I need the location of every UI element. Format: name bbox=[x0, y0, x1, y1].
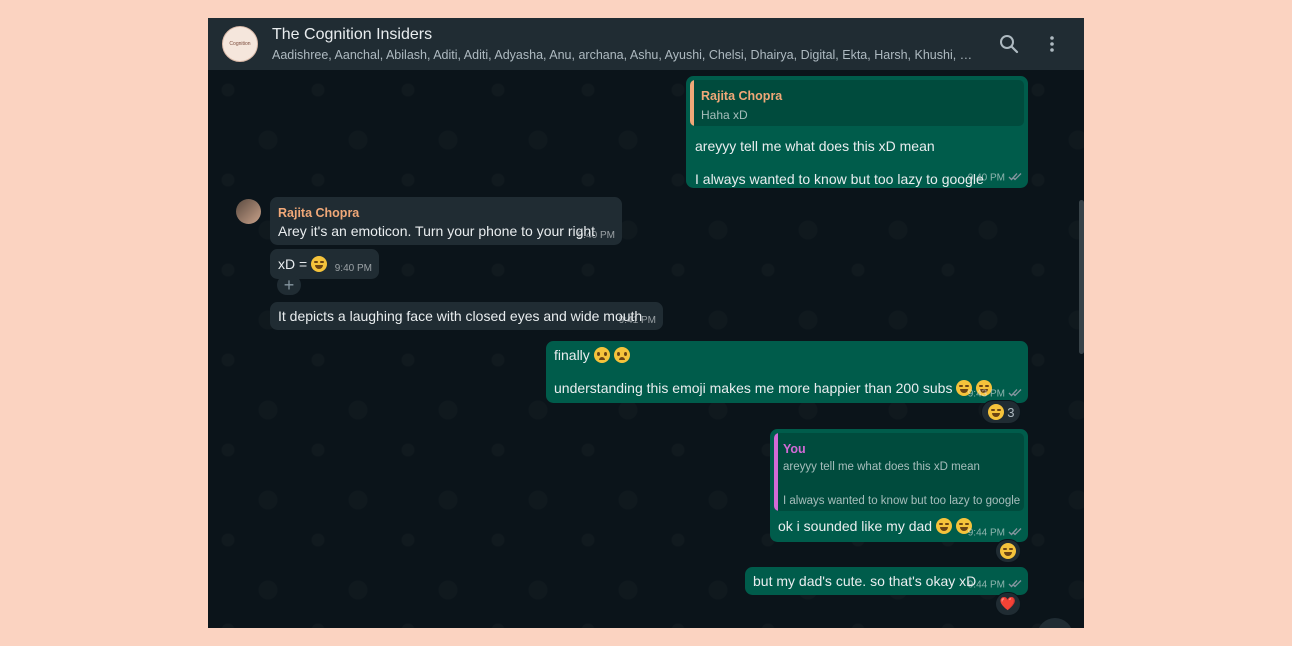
quote-bar bbox=[774, 433, 778, 511]
reaction-badge[interactable]: ❤️ bbox=[995, 592, 1021, 616]
message-time: 9:40 PM bbox=[968, 172, 1022, 184]
reaction-badge[interactable]: 3 bbox=[981, 400, 1021, 424]
message-text: understanding this emoji makes me more h… bbox=[554, 380, 993, 396]
message-outgoing[interactable]: but my dad's cute. so that's okay xD 9:4… bbox=[745, 567, 1028, 595]
read-ticks-icon bbox=[1008, 388, 1022, 400]
crying-laughing-face-icon bbox=[987, 404, 1004, 420]
message-text: areyyy tell me what does this xD mean bbox=[695, 138, 935, 154]
scroll-to-bottom-button[interactable] bbox=[1037, 618, 1073, 628]
group-avatar[interactable]: Cognition bbox=[222, 26, 258, 62]
reaction-badge[interactable] bbox=[995, 539, 1021, 563]
message-body: finally bbox=[554, 347, 590, 363]
scrollbar[interactable] bbox=[1079, 200, 1084, 354]
quote-text: Haha xD bbox=[701, 108, 748, 122]
quoted-message[interactable]: You areyyy tell me what does this xD mea… bbox=[774, 433, 1024, 511]
message-incoming[interactable]: Rajita Chopra Arey it's an emoticon. Tur… bbox=[270, 197, 622, 245]
message-text: xD = bbox=[278, 256, 328, 272]
pleading-face-icon bbox=[613, 347, 630, 363]
group-name: The Cognition Insiders bbox=[272, 26, 433, 43]
read-ticks-icon bbox=[1008, 527, 1022, 539]
crying-laughing-face-icon bbox=[935, 518, 952, 534]
more-vertical-icon[interactable] bbox=[1041, 33, 1063, 55]
quote-text: I always wanted to know but too lazy to … bbox=[783, 495, 1021, 507]
avatar[interactable] bbox=[236, 199, 261, 224]
chat-header[interactable]: Cognition The Cognition Insiders Aadishr… bbox=[208, 18, 1084, 70]
quote-sender: Rajita Chopra bbox=[701, 89, 783, 103]
message-time: 9:43 PM bbox=[968, 388, 1022, 400]
read-ticks-icon bbox=[1008, 579, 1022, 591]
message-body: ok i sounded like my dad bbox=[778, 518, 933, 534]
quoted-message[interactable]: Rajita Chopra Haha xD bbox=[690, 80, 1024, 126]
message-text: but my dad's cute. so that's okay xD bbox=[753, 573, 977, 589]
message-text: finally bbox=[554, 347, 630, 363]
message-time: 9:41 PM bbox=[618, 315, 656, 326]
time-text: 9:44 PM bbox=[967, 579, 1005, 591]
message-time: 9:44 PM bbox=[968, 527, 1022, 539]
reaction-count: 3 bbox=[1007, 404, 1015, 420]
message-text: Arey it's an emoticon. Turn your phone t… bbox=[278, 223, 596, 239]
message-time: 9:44 PM bbox=[968, 579, 1022, 591]
time-text: 9:44 PM bbox=[967, 527, 1005, 539]
group-members: Aadishree, Aanchal, Abilash, Aditi, Adit… bbox=[272, 48, 974, 62]
message-outgoing[interactable]: finally understanding this emoji makes m… bbox=[546, 341, 1028, 403]
quote-text: areyyy tell me what does this xD mean bbox=[783, 461, 980, 473]
pleading-face-icon bbox=[593, 347, 610, 363]
message-text: I always wanted to know but too lazy to … bbox=[695, 171, 984, 187]
sender-name[interactable]: Rajita Chopra bbox=[278, 206, 359, 220]
message-text: ok i sounded like my dad bbox=[778, 518, 972, 534]
chevron-down-icon bbox=[1048, 627, 1062, 628]
crying-laughing-face-icon bbox=[1000, 543, 1016, 559]
message-text: It depicts a laughing face with closed e… bbox=[278, 308, 643, 324]
message-time: 9:40 PM bbox=[334, 263, 372, 274]
message-outgoing[interactable]: You areyyy tell me what does this xD mea… bbox=[770, 429, 1028, 542]
message-outgoing[interactable]: Rajita Chopra Haha xD areyyy tell me wha… bbox=[686, 76, 1028, 188]
read-ticks-icon bbox=[1008, 172, 1022, 184]
quote-sender: You bbox=[783, 442, 806, 456]
group-info[interactable]: The Cognition Insiders Aadishree, Aancha… bbox=[272, 25, 982, 63]
quote-bar bbox=[690, 80, 694, 126]
heart-icon: ❤️ bbox=[999, 596, 1017, 611]
grinning-squinting-face-icon bbox=[311, 256, 328, 272]
message-incoming[interactable]: It depicts a laughing face with closed e… bbox=[270, 302, 663, 330]
add-reaction-button[interactable]: + bbox=[277, 275, 301, 295]
message-time: 9:40 PM bbox=[577, 230, 615, 241]
chat-window: Cognition The Cognition Insiders Aadishr… bbox=[208, 18, 1084, 628]
search-icon[interactable] bbox=[998, 33, 1020, 55]
message-list[interactable]: Rajita Chopra Haha xD areyyy tell me wha… bbox=[208, 70, 1084, 628]
time-text: 9:43 PM bbox=[967, 388, 1005, 400]
message-body: xD = bbox=[278, 256, 308, 272]
message-body: understanding this emoji makes me more h… bbox=[554, 380, 953, 396]
time-text: 9:40 PM bbox=[967, 172, 1005, 184]
